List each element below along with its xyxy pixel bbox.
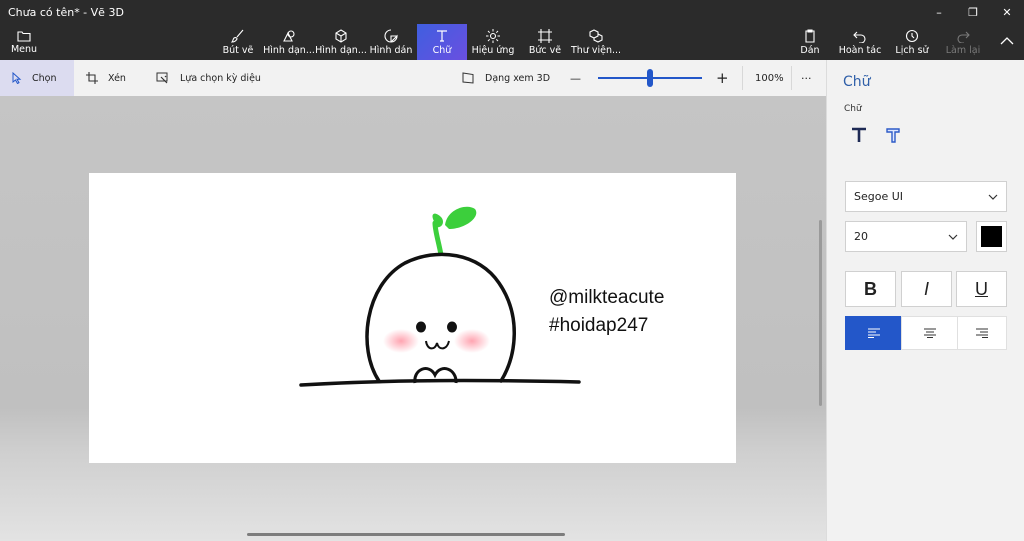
tool-3d-library-label: Thư viện... xyxy=(570,44,622,56)
underline-button[interactable]: U xyxy=(956,271,1007,307)
horizontal-scrollbar[interactable] xyxy=(247,533,565,536)
sticker-icon xyxy=(384,28,398,43)
crop-tool-label: Xén xyxy=(108,72,126,84)
clipboard-icon xyxy=(805,28,815,43)
select-tool-label: Chọn xyxy=(32,72,57,84)
text-2d-icon xyxy=(852,127,866,142)
italic-button[interactable]: I xyxy=(901,271,952,307)
tool-3d-library[interactable]: Thư viện... xyxy=(570,24,622,60)
sun-icon xyxy=(486,28,500,43)
text-properties-panel: Chữ Chữ Segoe UI 20 B I U xyxy=(826,60,1024,541)
workspace: @milkteacute #hoidap247 xyxy=(0,96,826,541)
more-options-button[interactable]: ··· xyxy=(801,60,817,96)
view-3d-icon xyxy=(462,72,474,84)
library-icon xyxy=(589,28,603,43)
drawing-canvas[interactable]: @milkteacute #hoidap247 xyxy=(89,173,736,463)
zoom-out-button[interactable]: — xyxy=(570,60,584,96)
text-3d-button[interactable] xyxy=(881,123,905,147)
tool-stickers[interactable]: Hình dán xyxy=(370,24,412,60)
align-right-button[interactable] xyxy=(957,316,1007,350)
divider xyxy=(742,66,743,90)
vertical-scrollbar[interactable] xyxy=(819,220,822,406)
align-center-icon xyxy=(923,328,936,338)
cursor-icon xyxy=(12,72,22,84)
align-right-icon xyxy=(976,328,988,338)
maximize-button[interactable]: ❐ xyxy=(956,0,990,24)
history-icon xyxy=(905,29,919,42)
text-icon xyxy=(437,29,447,42)
canvas-icon xyxy=(538,28,552,43)
zoom-percent[interactable]: 100% xyxy=(755,60,785,96)
undo-button[interactable]: Hoàn tác xyxy=(838,24,882,60)
tool-effects-label: Hiệu ứng xyxy=(471,44,515,56)
text-3d-icon xyxy=(886,128,900,143)
divider xyxy=(791,66,792,90)
select-tool[interactable]: Chọn xyxy=(0,60,74,96)
align-center-button[interactable] xyxy=(901,316,958,350)
tool-text[interactable]: Chữ xyxy=(417,24,467,60)
ribbon: Menu Bút vẽ Hình dạn... Hình dạn... Hình… xyxy=(0,24,1024,60)
title-bar: Chưa có tên* - Vẽ 3D – ❐ ✕ xyxy=(0,0,1024,24)
folder-icon xyxy=(17,30,31,42)
undo-icon xyxy=(853,31,866,43)
tool-effects[interactable]: Hiệu ứng xyxy=(472,24,514,60)
tool-3d-shapes[interactable]: Hình dạn... xyxy=(315,24,367,60)
font-size-value: 20 xyxy=(854,230,868,243)
magic-select-tool[interactable]: Lựa chọn kỳ diệu xyxy=(156,60,266,96)
tool-brushes[interactable]: Bút vẽ xyxy=(220,24,256,60)
text-2d-button[interactable] xyxy=(847,123,871,147)
paste-button[interactable]: Dán xyxy=(796,24,824,60)
tool-3d-shapes-label: Hình dạn... xyxy=(315,44,367,56)
chevron-up-icon xyxy=(1000,37,1014,45)
sub-toolbar: Chọn Xén Lựa chọn kỳ diệu Dạng xem 3D — … xyxy=(0,60,826,96)
minimize-button[interactable]: – xyxy=(922,0,956,24)
align-left-icon xyxy=(867,328,880,338)
tool-2d-shapes[interactable]: Hình dạn... xyxy=(263,24,315,60)
tool-text-label: Chữ xyxy=(432,44,452,56)
redo-button[interactable]: Làm lại xyxy=(944,24,982,60)
bold-button[interactable]: B xyxy=(845,271,896,307)
menu-label: Menu xyxy=(10,43,38,55)
close-button[interactable]: ✕ xyxy=(990,0,1024,24)
align-left-button[interactable] xyxy=(845,316,902,350)
zoom-slider-thumb[interactable] xyxy=(647,69,653,87)
menu-button[interactable]: Menu xyxy=(2,24,46,60)
panel-section-label: Chữ xyxy=(844,104,862,114)
redo-label: Làm lại xyxy=(945,44,981,56)
crop-tool[interactable]: Xén xyxy=(86,60,136,96)
tool-stickers-label: Hình dán xyxy=(369,44,413,56)
font-family-value: Segoe UI xyxy=(854,190,904,203)
magic-select-icon xyxy=(156,72,168,84)
text-color-swatch xyxy=(981,226,1002,247)
tool-brushes-label: Bút vẽ xyxy=(222,44,254,56)
tool-canvas-label: Bức vẽ xyxy=(528,44,562,56)
history-button[interactable]: Lịch sử xyxy=(894,24,930,60)
canvas-text-line-1[interactable]: @milkteacute xyxy=(549,287,664,309)
view-3d-toggle[interactable]: Dạng xem 3D xyxy=(462,60,558,96)
view-3d-label: Dạng xem 3D xyxy=(485,72,551,84)
paste-label: Dán xyxy=(800,44,820,56)
tool-canvas[interactable]: Bức vẽ xyxy=(526,24,564,60)
redo-icon xyxy=(957,31,970,43)
chevron-down-icon xyxy=(988,194,998,200)
zoom-in-button[interactable]: + xyxy=(716,60,732,96)
panel-title: Chữ xyxy=(843,74,871,90)
tool-2d-shapes-label: Hình dạn... xyxy=(263,44,315,56)
text-color-picker[interactable] xyxy=(976,221,1007,252)
cube-icon xyxy=(335,28,347,43)
shapes-2d-icon xyxy=(283,29,295,42)
font-family-select[interactable]: Segoe UI xyxy=(845,181,1007,212)
crop-icon xyxy=(86,72,98,84)
collapse-ribbon-button[interactable] xyxy=(994,24,1020,60)
brush-icon xyxy=(231,29,244,43)
magic-select-label: Lựa chọn kỳ diệu xyxy=(180,72,261,84)
window-title: Chưa có tên* - Vẽ 3D xyxy=(8,5,124,19)
canvas-text-line-2[interactable]: #hoidap247 xyxy=(549,315,648,337)
chevron-down-icon xyxy=(948,234,958,240)
undo-label: Hoàn tác xyxy=(838,44,882,56)
history-label: Lịch sử xyxy=(895,44,929,56)
font-size-select[interactable]: 20 xyxy=(845,221,967,252)
